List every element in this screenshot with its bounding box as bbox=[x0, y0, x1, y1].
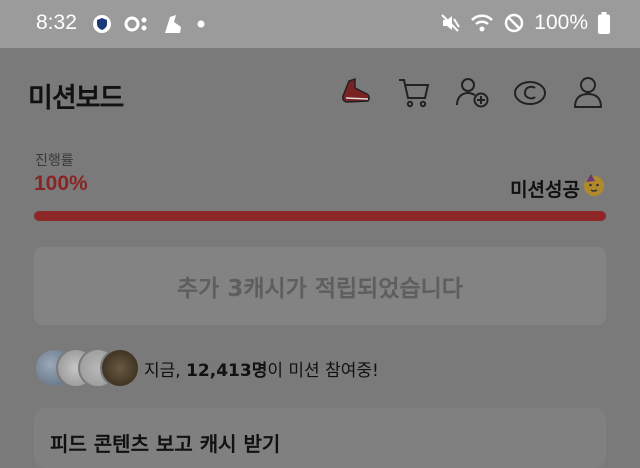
progress-bar-fill bbox=[34, 211, 606, 221]
mission-status: 미션성공 bbox=[510, 179, 580, 201]
status-bar: 8:32 100% bbox=[0, 0, 640, 48]
participant-avatars bbox=[34, 348, 140, 388]
progress-label: 진행률 bbox=[35, 153, 74, 169]
participant-count: 12,413명 bbox=[186, 361, 268, 381]
sneaker-icon bbox=[165, 15, 181, 33]
wifi-icon bbox=[471, 14, 494, 32]
shield-icon bbox=[93, 15, 111, 33]
reward-notice-text: 추가 3캐시가 적립되었습니다 bbox=[177, 276, 463, 302]
avatar bbox=[100, 348, 140, 388]
status-time: 8:32 bbox=[36, 11, 77, 34]
cart-icon[interactable] bbox=[396, 74, 432, 110]
reward-notice: 추가 3캐시가 적립되었습니다 bbox=[34, 247, 606, 325]
progress-percent: 100% bbox=[34, 172, 88, 195]
app-bar: 미션보드 bbox=[0, 48, 640, 140]
record-icon bbox=[124, 16, 147, 32]
progress-bar bbox=[34, 211, 606, 221]
card-title: 피드 콘텐츠 보고 캐시 받기 bbox=[50, 432, 281, 456]
coin-icon[interactable] bbox=[512, 74, 548, 110]
shoe-icon[interactable] bbox=[338, 74, 374, 110]
participants-text: 지금, 12,413명이 미션 참여중! bbox=[144, 361, 379, 381]
battery-icon bbox=[598, 12, 610, 34]
party-face-icon bbox=[584, 174, 604, 196]
block-icon bbox=[505, 13, 524, 33]
feed-reward-card[interactable]: 피드 콘텐츠 보고 캐시 받기 bbox=[34, 408, 606, 468]
battery-percent: 100% bbox=[534, 11, 588, 34]
dot-icon bbox=[197, 20, 205, 28]
add-friend-icon[interactable] bbox=[454, 74, 490, 110]
mute-icon bbox=[441, 14, 461, 32]
profile-icon[interactable] bbox=[570, 74, 606, 110]
page-title: 미션보드 bbox=[28, 83, 124, 114]
